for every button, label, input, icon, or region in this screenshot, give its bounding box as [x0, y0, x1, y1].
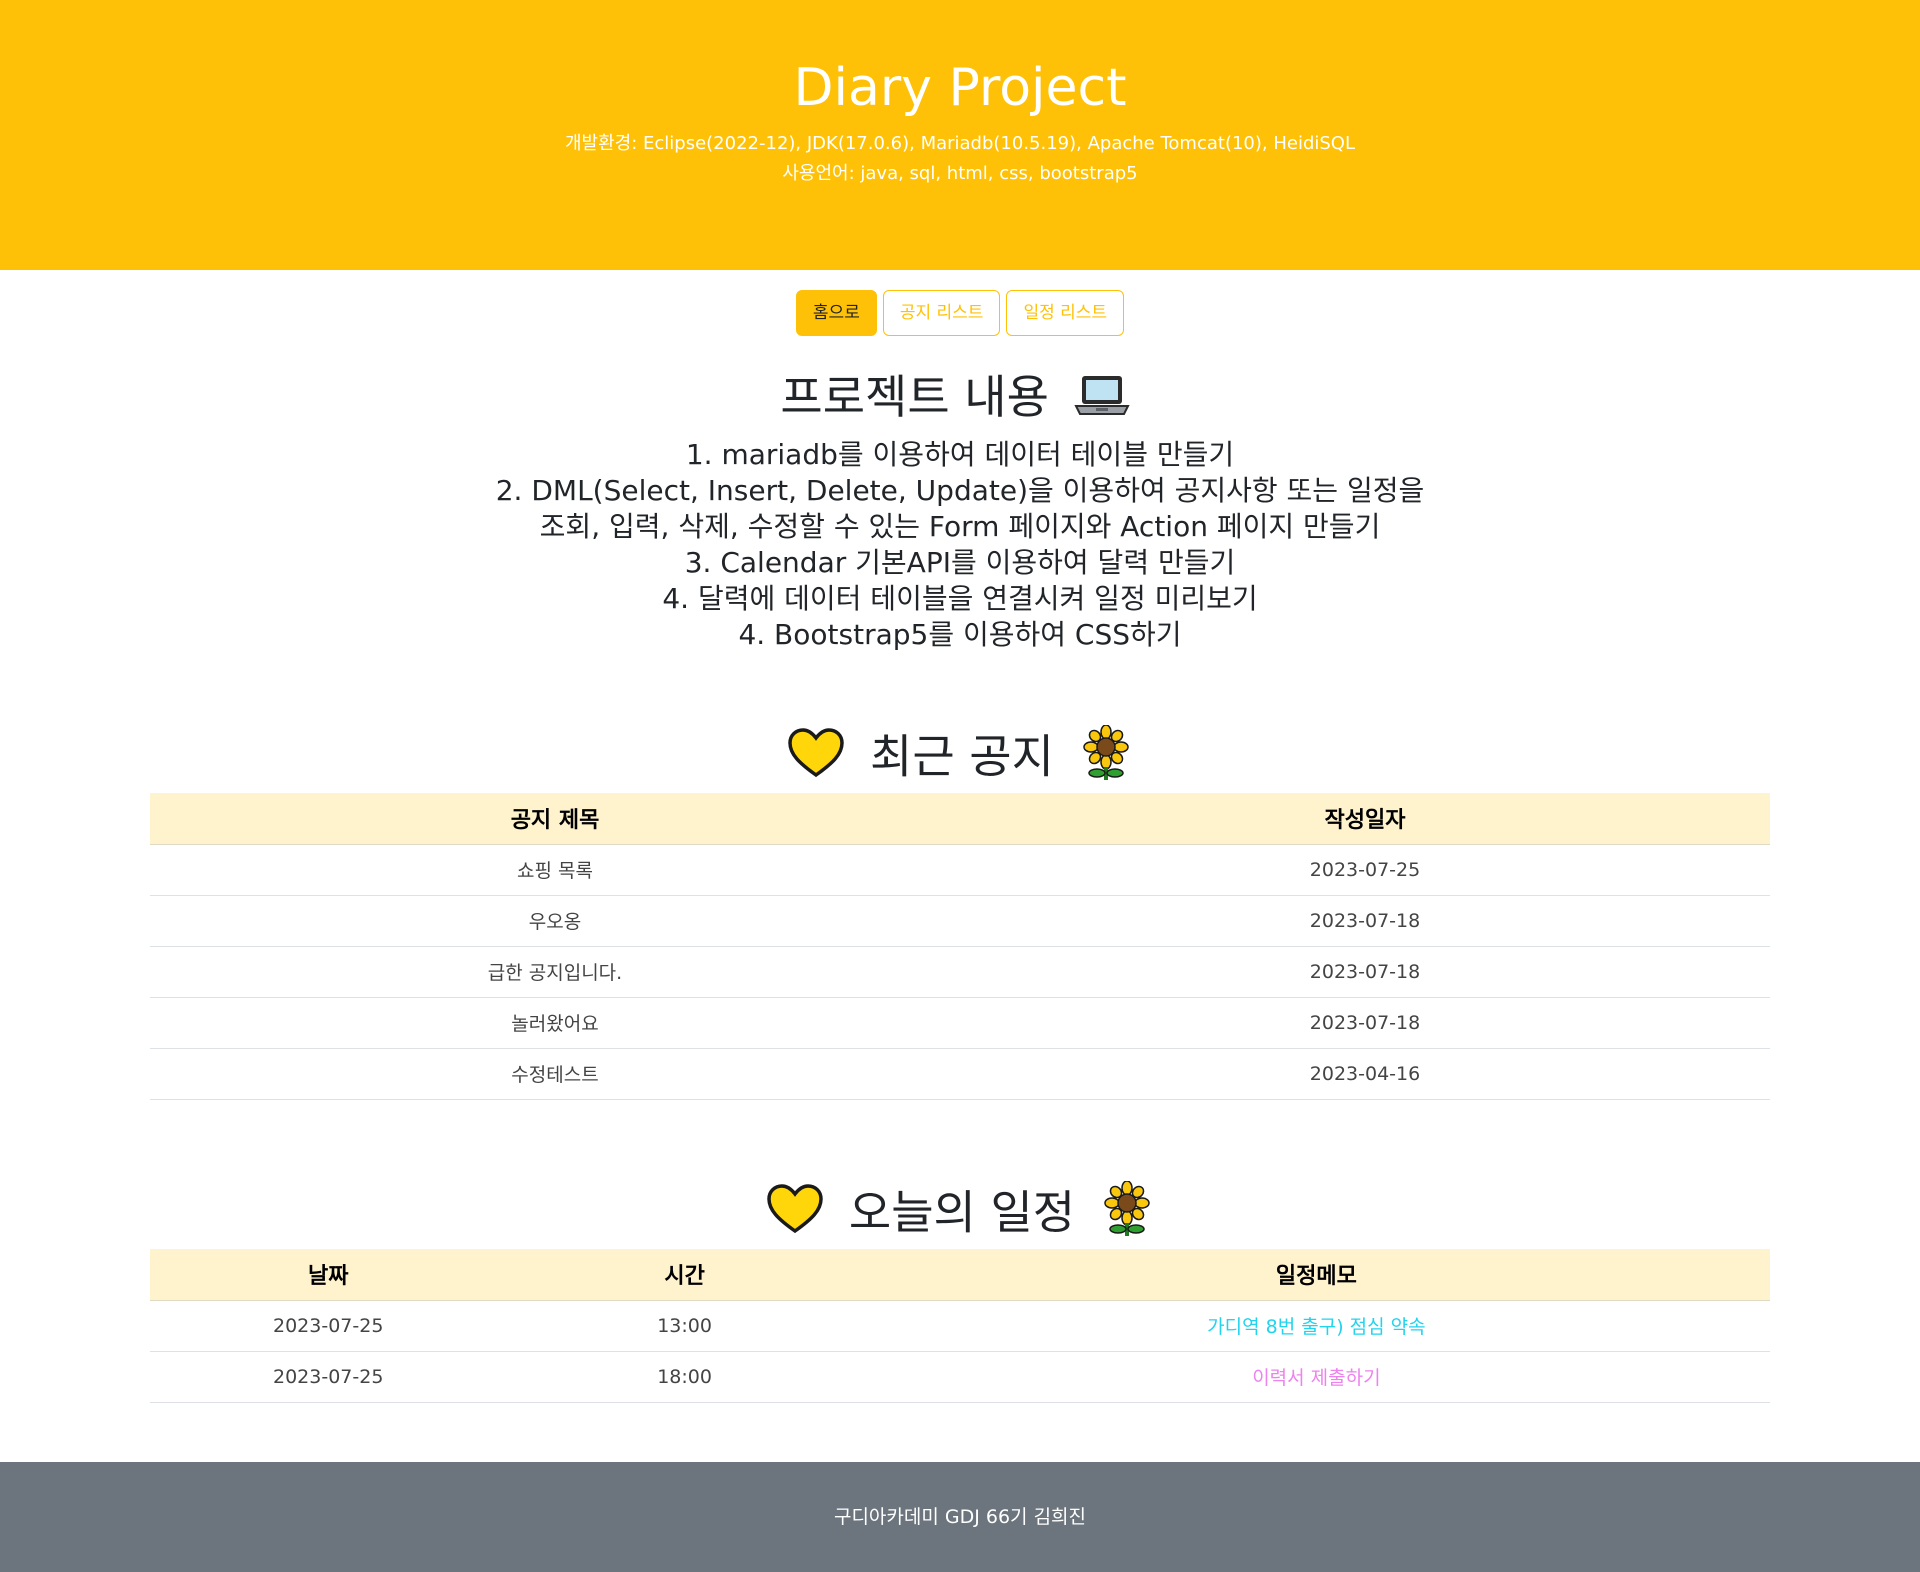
notice-date-cell: 2023-07-18: [960, 946, 1770, 998]
schedule-list-button[interactable]: 일정 리스트: [1006, 290, 1125, 336]
yellow-heart-icon: [766, 1183, 824, 1249]
project-item: 4. 달력에 데이터 테이블을 연결시켜 일정 미리보기: [662, 582, 1258, 615]
notice-table-header: 공지 제목 작성일자: [150, 793, 1770, 845]
notice-list-button[interactable]: 공지 리스트: [882, 290, 1001, 336]
notice-date-cell: 2023-04-16: [960, 1048, 1770, 1100]
schedule-date-cell: 2023-07-25: [150, 1351, 507, 1403]
notice-title-cell[interactable]: 쇼핑 목록: [150, 844, 960, 896]
notice-title-cell[interactable]: 우오옹: [150, 895, 960, 947]
notice-title-cell[interactable]: 놀러왔어요: [150, 997, 960, 1049]
sunflower-icon: [1079, 724, 1133, 795]
notice-date-cell: 2023-07-25: [960, 844, 1770, 896]
column-header: 작성일자: [960, 793, 1770, 845]
table-row[interactable]: 쇼핑 목록 2023-07-25: [150, 844, 1770, 896]
table-row[interactable]: 급한 공지입니다. 2023-07-18: [150, 946, 1770, 998]
schedule-table: 날짜 시간 일정메모 2023-07-25 13:00 가디역 8번 출구) 점…: [150, 1249, 1770, 1403]
notice-section-title: 최근 공지: [0, 724, 1920, 795]
column-header: 날짜: [150, 1249, 507, 1301]
project-item: 조회, 입력, 삭제, 수정할 수 있는 Form 페이지와 Action 페이…: [539, 510, 1381, 543]
notice-title-cell[interactable]: 수정테스트: [150, 1048, 960, 1100]
footer-text: 구디아카데미 GDJ 66기 김희진: [833, 1506, 1087, 1528]
project-item: 4. Bootstrap5를 이용하여 CSS하기: [738, 618, 1182, 651]
header-banner: Diary Project 개발환경: Eclipse(2022-12), JD…: [0, 0, 1920, 270]
table-row[interactable]: 수정테스트 2023-04-16: [150, 1048, 1770, 1100]
schedule-time-cell: 18:00: [506, 1351, 863, 1403]
project-section-title: 프로젝트 내용: [0, 367, 1920, 432]
notice-title-cell[interactable]: 급한 공지입니다.: [150, 946, 960, 998]
project-title-text: 프로젝트 내용: [780, 370, 1049, 424]
schedule-time-cell: 13:00: [506, 1300, 863, 1352]
notice-title-text: 최근 공지: [870, 729, 1054, 784]
column-header: 공지 제목: [150, 793, 960, 845]
schedule-memo-cell[interactable]: 가디역 8번 출구) 점심 약속: [862, 1300, 1770, 1352]
column-header: 시간: [506, 1249, 863, 1301]
nav-bar: 홈으로 공지 리스트 일정 리스트: [0, 290, 1920, 336]
notice-date-cell: 2023-07-18: [960, 895, 1770, 947]
notice-date-cell: 2023-07-18: [960, 997, 1770, 1049]
page-title: Diary Project: [793, 58, 1127, 118]
project-item: 2. DML(Select, Insert, Delete, Update)을 …: [495, 474, 1425, 507]
schedule-title-text: 오늘의 일정: [848, 1185, 1076, 1240]
notice-table: 공지 제목 작성일자 쇼핑 목록 2023-07-25 우오옹 2023-07-…: [150, 793, 1770, 1100]
project-items-list: 1. mariadb를 이용하여 데이터 테이블 만들기 2. DML(Sele…: [0, 437, 1920, 653]
schedule-section-title: 오늘의 일정: [0, 1180, 1920, 1251]
table-row[interactable]: 2023-07-25 13:00 가디역 8번 출구) 점심 약속: [150, 1300, 1770, 1352]
column-header: 일정메모: [862, 1249, 1770, 1301]
schedule-table-header: 날짜 시간 일정메모: [150, 1249, 1770, 1301]
project-item: 3. Calendar 기본API를 이용하여 달력 만들기: [684, 546, 1236, 579]
table-row[interactable]: 우오옹 2023-07-18: [150, 895, 1770, 947]
footer: 구디아카데미 GDJ 66기 김희진: [0, 1462, 1920, 1572]
table-row[interactable]: 2023-07-25 18:00 이력서 제출하기: [150, 1351, 1770, 1403]
table-row[interactable]: 놀러왔어요 2023-07-18: [150, 997, 1770, 1049]
yellow-heart-icon: [787, 727, 845, 793]
laptop-icon: [1073, 370, 1130, 432]
project-item: 1. mariadb를 이용하여 데이터 테이블 만들기: [685, 438, 1235, 471]
schedule-date-cell: 2023-07-25: [150, 1300, 507, 1352]
home-button[interactable]: 홈으로: [795, 290, 877, 336]
dev-environment-text: 개발환경: Eclipse(2022-12), JDK(17.0.6), Mar…: [564, 133, 1355, 154]
schedule-memo-cell[interactable]: 이력서 제출하기: [862, 1351, 1770, 1403]
languages-text: 사용언어: java, sql, html, css, bootstrap5: [782, 163, 1138, 184]
sunflower-icon: [1100, 1180, 1154, 1251]
